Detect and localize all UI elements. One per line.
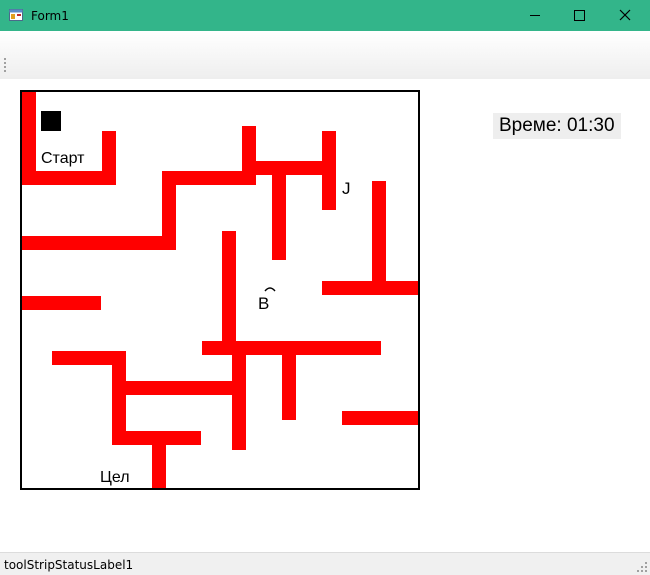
- app-icon: [9, 9, 23, 21]
- maze-wall: [112, 381, 236, 395]
- start-label: Старт: [41, 150, 85, 167]
- maze-wall: [102, 131, 116, 185]
- maze-wall: [152, 431, 166, 488]
- size-grip-icon[interactable]: [636, 561, 648, 573]
- maze-wall: [282, 341, 296, 420]
- maze-wall: [232, 341, 246, 450]
- maze-board: Старт Цел J B: [20, 90, 420, 490]
- player-square: [41, 111, 61, 131]
- maze-wall: [242, 126, 256, 185]
- minimize-button[interactable]: [512, 0, 558, 31]
- toolstrip-grip-icon[interactable]: [4, 58, 6, 72]
- maze-wall: [22, 296, 101, 310]
- tool-strip: [0, 31, 650, 79]
- goal-label: Цел: [100, 469, 130, 486]
- maximize-icon: [574, 10, 585, 21]
- minimize-icon: [530, 15, 540, 16]
- close-button[interactable]: [602, 0, 648, 31]
- maximize-button[interactable]: [557, 0, 603, 31]
- maze-wall: [372, 181, 386, 295]
- maze-wall: [22, 236, 176, 250]
- status-bar: toolStripStatusLabel1: [0, 552, 650, 575]
- marker-b: B: [258, 294, 270, 313]
- maze-wall: [322, 131, 336, 210]
- window-title: Form1: [31, 9, 69, 23]
- close-icon: [619, 9, 631, 21]
- maze-wall: [272, 161, 286, 260]
- marker-j: J: [342, 179, 351, 198]
- timer-label: Време: 01:30: [493, 113, 621, 139]
- maze-wall: [222, 231, 236, 350]
- marker-b-arc-icon: [264, 287, 276, 292]
- title-bar: Form1: [0, 0, 650, 31]
- maze-wall: [342, 411, 418, 425]
- status-label: toolStripStatusLabel1: [4, 558, 134, 572]
- maze-wall: [322, 281, 418, 295]
